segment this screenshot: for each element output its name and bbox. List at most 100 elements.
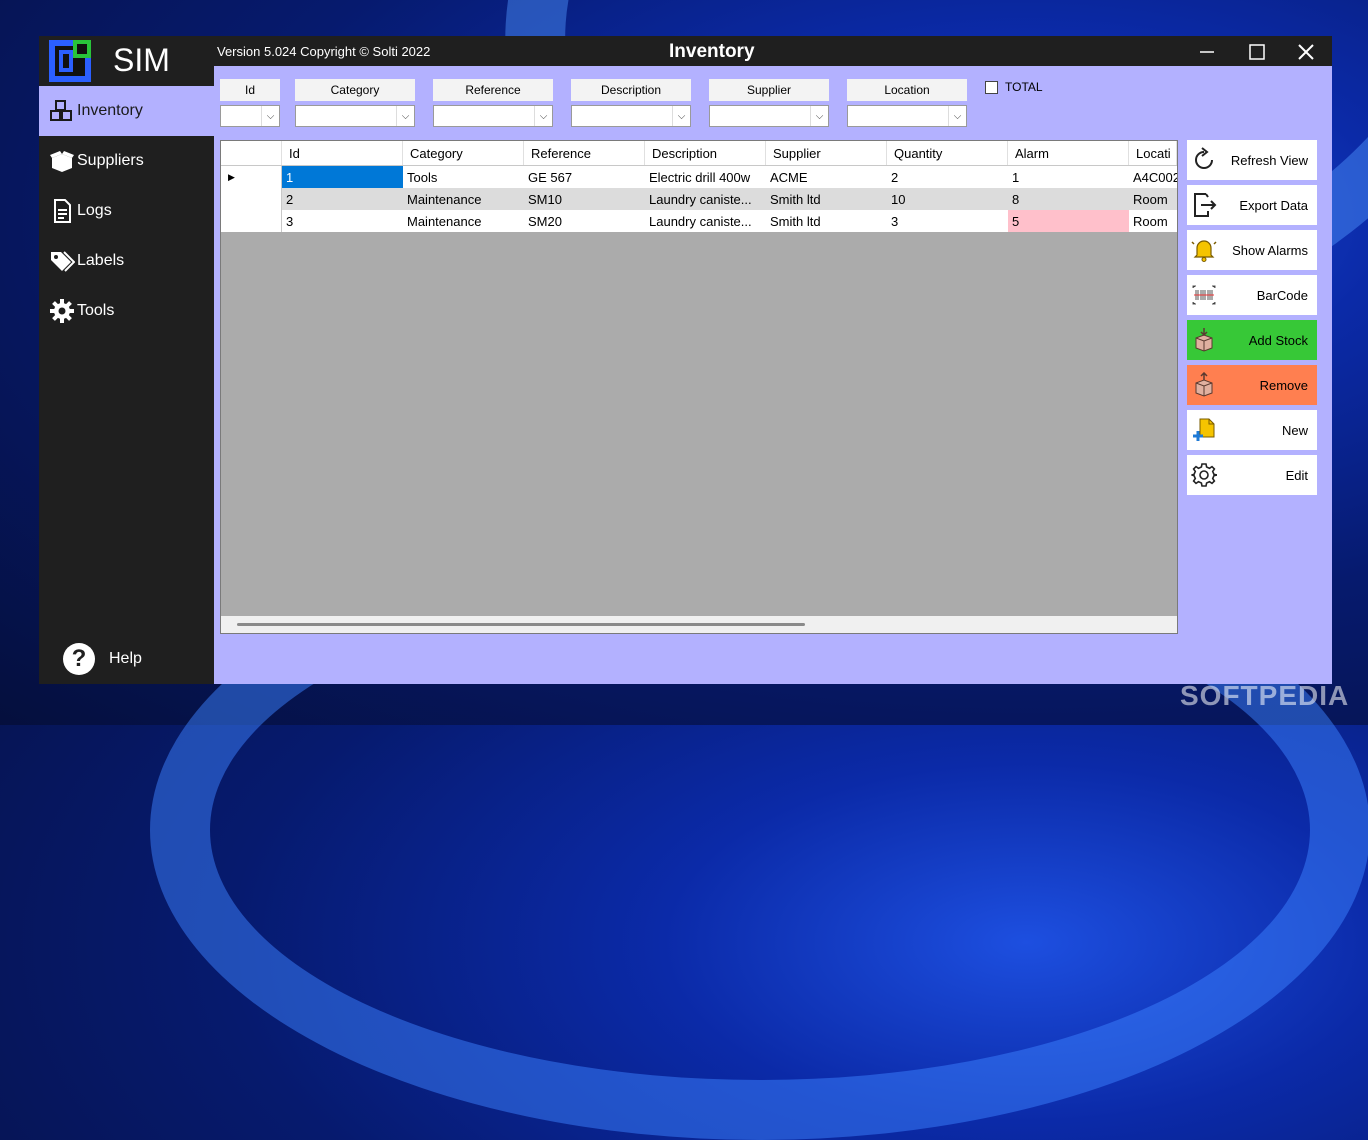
- sidebar-item-label: Labels: [77, 252, 125, 269]
- sidebar-item-suppliers[interactable]: Suppliers: [39, 136, 214, 186]
- table-cell[interactable]: 3: [282, 210, 403, 232]
- app-window: SIM Inventory Suppliers Logs Labels Tool…: [39, 36, 1332, 684]
- gear-icon: [1191, 463, 1217, 487]
- table-row[interactable]: 2 Maintenance SM10 Laundry caniste... Sm…: [221, 188, 1177, 210]
- filter-id-combo[interactable]: ⌵: [220, 105, 280, 127]
- table-row[interactable]: 3 Maintenance SM20 Laundry caniste... Sm…: [221, 210, 1177, 232]
- column-header[interactable]: Quantity: [887, 141, 1008, 165]
- row-selector[interactable]: ▶: [221, 166, 282, 188]
- window-title: Inventory: [669, 41, 755, 62]
- tags-icon: [51, 251, 75, 272]
- sidebar-item-labels[interactable]: Labels: [39, 236, 214, 286]
- table-cell[interactable]: 8: [1008, 188, 1129, 210]
- total-checkbox-group: TOTAL: [985, 80, 1043, 94]
- sidebar-item-label: Tools: [77, 302, 115, 319]
- box-out-icon: [1195, 372, 1213, 397]
- sidebar-item-label: Logs: [77, 202, 112, 219]
- filter-location-combo[interactable]: ⌵: [847, 105, 967, 127]
- alarm-cell[interactable]: 5: [1008, 210, 1129, 232]
- export-data-button[interactable]: Export Data: [1187, 185, 1317, 225]
- sidebar-item-inventory[interactable]: Inventory: [39, 86, 214, 136]
- table-cell[interactable]: Maintenance: [403, 210, 524, 232]
- chevron-down-icon: ⌵: [672, 106, 690, 126]
- column-header[interactable]: Id: [282, 141, 403, 165]
- app-name: SIM: [113, 42, 170, 78]
- column-header[interactable]: Reference: [524, 141, 645, 165]
- table-cell[interactable]: 1: [282, 166, 403, 188]
- total-checkbox[interactable]: [985, 80, 998, 94]
- filter-category-combo[interactable]: ⌵: [295, 105, 415, 127]
- row-selector[interactable]: [221, 210, 282, 232]
- inventory-grid[interactable]: Id Category Reference Description Suppli…: [220, 140, 1178, 634]
- remove-button[interactable]: Remove: [1187, 365, 1317, 405]
- watermark: SOFTPEDIA: [1180, 680, 1350, 711]
- table-cell[interactable]: ACME: [766, 166, 887, 188]
- chevron-down-icon: ⌵: [948, 106, 966, 126]
- barcode-icon: [1192, 285, 1216, 305]
- help-button[interactable]: ? Help: [63, 643, 142, 675]
- table-cell[interactable]: Electric drill 400w: [645, 166, 766, 188]
- table-cell[interactable]: Laundry caniste...: [645, 188, 766, 210]
- bell-icon: [1191, 240, 1217, 262]
- box-in-icon: [1195, 328, 1213, 352]
- sidebar: SIM Inventory Suppliers Logs Labels Tool…: [39, 36, 214, 684]
- refresh-view-button[interactable]: Refresh View: [1187, 140, 1317, 180]
- grid-corner: [221, 141, 282, 165]
- minimize-button[interactable]: [1192, 40, 1222, 64]
- chevron-down-icon: ⌵: [396, 106, 414, 126]
- action-label: New: [1281, 422, 1308, 438]
- filter-description-combo[interactable]: ⌵: [571, 105, 691, 127]
- filter-supplier-combo[interactable]: ⌵: [709, 105, 829, 127]
- filter-reference-combo[interactable]: ⌵: [433, 105, 553, 127]
- edit-button[interactable]: Edit: [1187, 455, 1317, 495]
- show-alarms-button[interactable]: Show Alarms: [1187, 230, 1317, 270]
- table-row[interactable]: ▶ 1 Tools GE 567 Electric drill 400w ACM…: [221, 166, 1177, 188]
- version-text: Version 5.024 Copyright © Solti 2022: [217, 44, 431, 59]
- maximize-button[interactable]: [1242, 40, 1272, 64]
- action-label: Add Stock: [1248, 332, 1308, 348]
- scrollbar-thumb[interactable]: [237, 623, 805, 626]
- table-cell[interactable]: GE 567: [524, 166, 645, 188]
- horizontal-scrollbar[interactable]: [221, 616, 1177, 633]
- table-cell[interactable]: 10: [887, 188, 1008, 210]
- gear-icon: [50, 299, 74, 323]
- table-cell[interactable]: Smith ltd: [766, 210, 887, 232]
- filter-location: Location ⌵: [847, 79, 967, 127]
- action-label: Refresh View: [1230, 152, 1308, 168]
- table-cell[interactable]: SM20: [524, 210, 645, 232]
- export-icon: [1194, 193, 1217, 217]
- new-button[interactable]: New: [1187, 410, 1317, 450]
- column-header[interactable]: Locati: [1129, 141, 1177, 165]
- sidebar-item-logs[interactable]: Logs: [39, 186, 214, 236]
- help-label: Help: [109, 650, 142, 667]
- action-label: Edit: [1285, 467, 1308, 483]
- table-cell[interactable]: A4C002: [1129, 166, 1177, 188]
- table-cell[interactable]: 1: [1008, 166, 1129, 188]
- help-icon: ?: [63, 643, 95, 675]
- table-cell[interactable]: 3: [887, 210, 1008, 232]
- action-label: Show Alarms: [1232, 242, 1308, 258]
- table-cell[interactable]: SM10: [524, 188, 645, 210]
- table-cell[interactable]: Room: [1129, 188, 1177, 210]
- app-logo-icon: [49, 40, 91, 82]
- sidebar-item-tools[interactable]: Tools: [39, 286, 214, 336]
- refresh-icon: [1195, 147, 1213, 169]
- row-selector[interactable]: [221, 188, 282, 210]
- table-cell[interactable]: Smith ltd: [766, 188, 887, 210]
- total-label: TOTAL: [1005, 80, 1043, 94]
- filter-description: Description ⌵: [571, 79, 691, 127]
- table-cell[interactable]: Maintenance: [403, 188, 524, 210]
- table-cell[interactable]: 2: [887, 166, 1008, 188]
- close-button[interactable]: [1291, 40, 1321, 64]
- column-header[interactable]: Category: [403, 141, 524, 165]
- table-cell[interactable]: 2: [282, 188, 403, 210]
- filter-label: Reference: [433, 79, 553, 101]
- column-header[interactable]: Description: [645, 141, 766, 165]
- column-header[interactable]: Alarm: [1008, 141, 1129, 165]
- table-cell[interactable]: Tools: [403, 166, 524, 188]
- column-header[interactable]: Supplier: [766, 141, 887, 165]
- table-cell[interactable]: Room: [1129, 210, 1177, 232]
- table-cell[interactable]: Laundry caniste...: [645, 210, 766, 232]
- barcode-button[interactable]: BarCode: [1187, 275, 1317, 315]
- add-stock-button[interactable]: Add Stock: [1187, 320, 1317, 360]
